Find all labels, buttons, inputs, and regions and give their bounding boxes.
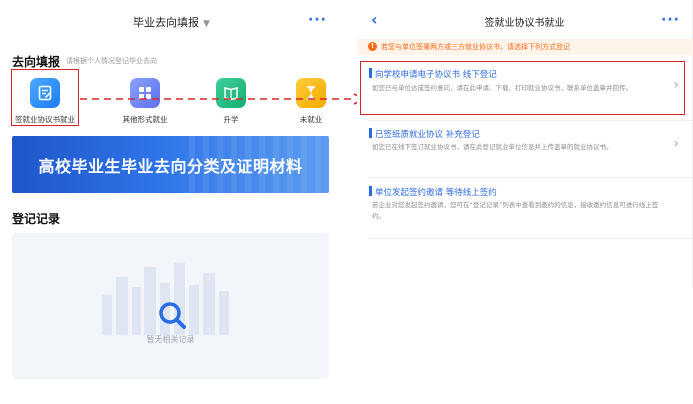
- option-paper-contract[interactable]: 已签纸质就业协议 补充登记 如您已在线下签订就业协议书，请在此登记就业单位信息并…: [357, 126, 693, 174]
- left-screen: 毕业去向填报 ▼ ··· 去向填报 请根据个人情况登记毕业去向 签就业协议书就业 …: [0, 0, 343, 404]
- section-hint: 请根据个人情况登记毕业去向: [66, 57, 157, 65]
- divider: [369, 238, 692, 239]
- empty-text: 暂无相关记录: [146, 335, 195, 344]
- page-title: 毕业去向填报: [133, 16, 200, 29]
- accent-bar: [369, 128, 372, 138]
- more-icon[interactable]: ···: [308, 12, 327, 28]
- city-skyline-icon: [102, 263, 229, 335]
- highlight-box: [360, 61, 685, 115]
- tile-label: 升学: [223, 115, 239, 124]
- tile-label: 其他形式就业: [122, 115, 168, 124]
- left-header: 毕业去向填报 ▼ ···: [0, 0, 343, 42]
- divider: [369, 177, 692, 178]
- banner-text: 高校毕业生毕业去向分类及证明材料: [38, 157, 303, 176]
- chevron-right-icon: ›: [673, 136, 679, 152]
- option-title: 单位发起签约邀请 等待线上签约: [375, 188, 497, 198]
- notice-text: 若您与单位签署两方或三方就业协议书，请选择下列方式登记: [381, 43, 570, 51]
- notice-bar: ! 若您与单位签署两方或三方就业协议书，请选择下列方式登记: [357, 39, 693, 55]
- right-screen: ‹ 签就业协议书就业 ··· ! 若您与单位签署两方或三方就业协议书，请选择下列…: [357, 0, 693, 288]
- option-desc: 若企业对您发起签约邀请，您可在“登记记录”列表中查看到邀约的信息，接收邀约信息可…: [372, 201, 659, 220]
- option-online-signing[interactable]: 单位发起签约邀请 等待线上签约 若企业对您发起签约邀请，您可在“登记记录”列表中…: [357, 184, 693, 236]
- caret-down-icon: ▼: [203, 19, 210, 29]
- records-title: 登记记录: [12, 212, 61, 226]
- accent-bar: [369, 186, 372, 196]
- highlight-box: [11, 69, 79, 126]
- page-title-dropdown[interactable]: 毕业去向填报 ▼: [0, 14, 343, 30]
- alert-icon: !: [368, 42, 377, 51]
- option-title: 已签纸质就业协议 补充登记: [375, 130, 480, 140]
- section-title: 去向填报: [12, 55, 61, 69]
- option-desc: 如您已在线下签订就业协议书，请在此登记就业单位信息并上传盖章的就业协议书。: [372, 143, 613, 151]
- empty-state: 暂无相关记录: [12, 233, 329, 379]
- tile-label: 未就业: [299, 115, 323, 124]
- page-title: 签就业协议书就业: [484, 18, 565, 29]
- connector-arrow: [80, 93, 365, 105]
- more-icon[interactable]: ···: [661, 12, 680, 28]
- divider: [369, 120, 692, 121]
- banner[interactable]: 高校毕业生毕业去向分类及证明材料: [12, 136, 329, 193]
